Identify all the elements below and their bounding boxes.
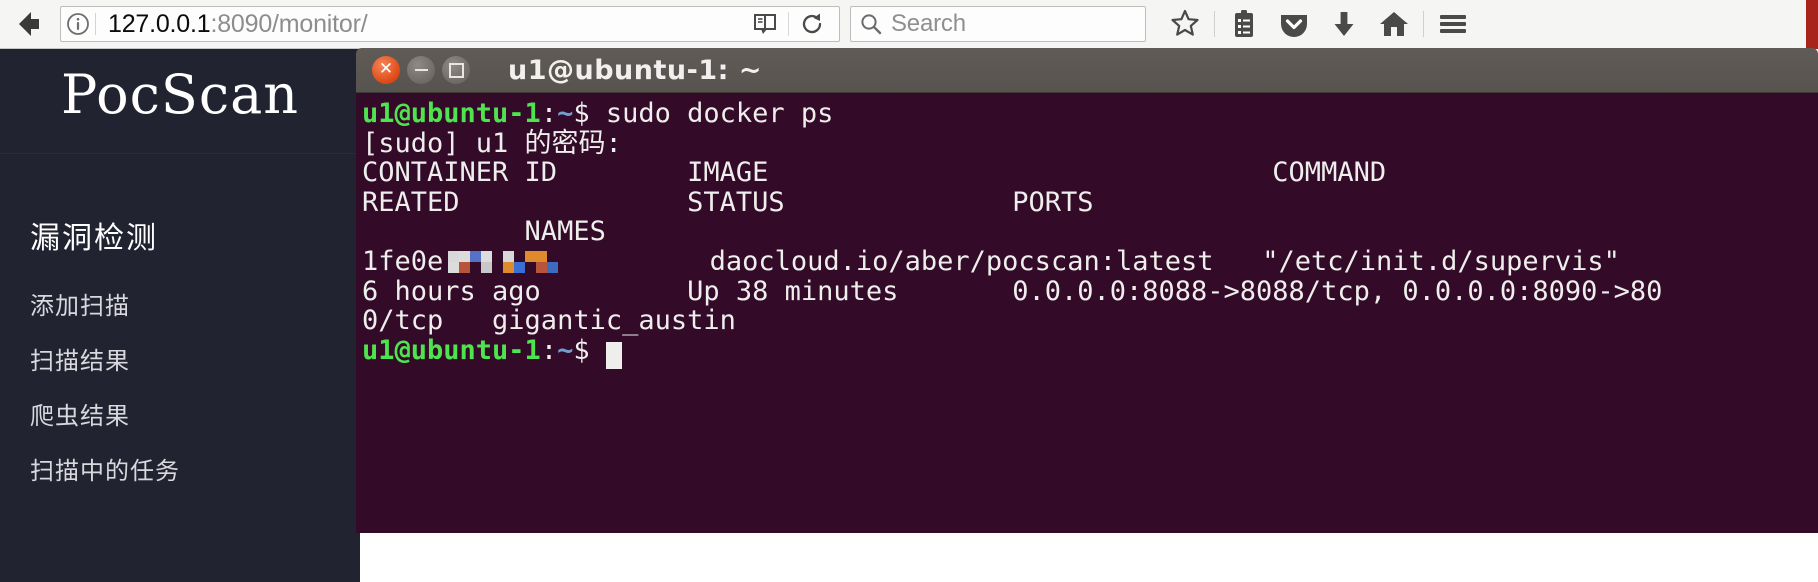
terminal-prompt-user: u1@ubuntu-1: [362, 98, 541, 129]
info-circle-icon[interactable]: [61, 7, 95, 41]
app-logo[interactable]: PocScan: [0, 63, 360, 126]
minimize-icon: [414, 69, 428, 71]
url-input[interactable]: 127.0.0.1:8090/monitor/: [96, 10, 742, 39]
terminal-text-line: REATED STATUS PORTS: [362, 186, 1094, 218]
search-icon: [851, 7, 891, 41]
terminal-title: u1@ubuntu-1: ~: [508, 54, 762, 86]
home-icon[interactable]: [1369, 2, 1419, 46]
terminal-prompt-colon: :: [540, 98, 558, 129]
terminal-prompt-sigil: $: [573, 334, 590, 366]
terminal-line: u1@ubuntu-1:~$: [362, 334, 1818, 369]
terminal-window[interactable]: ✕ u1@ubuntu-1: ~ u1@ubuntu-1:~$ sudo doc…: [356, 48, 1818, 533]
terminal-line: 1fe0e daocloud.io/aber/pocscan:latest "/…: [362, 247, 1818, 277]
container-row-text: daocloud.io/aber/pocscan:latest "/etc/in…: [563, 245, 1620, 277]
sidebar-item-crawl-results[interactable]: 爬虫结果: [30, 396, 130, 431]
search-input[interactable]: Search: [891, 10, 966, 38]
terminal-text-line: CONTAINER ID IMAGE COMMAND: [362, 157, 1387, 189]
close-icon: ✕: [378, 58, 394, 79]
menu-hamburger-icon[interactable]: [1428, 2, 1478, 46]
terminal-prompt-path: ~: [557, 334, 574, 366]
terminal-command: [590, 335, 606, 366]
reader-mode-icon[interactable]: [742, 7, 788, 41]
terminal-prompt-sigil: $: [573, 98, 590, 129]
toolbar-divider-2: [1423, 11, 1424, 37]
reload-icon[interactable]: [789, 7, 835, 41]
window-controls: ✕: [372, 56, 470, 84]
url-host: 127.0.0.1: [108, 9, 211, 38]
pocket-icon[interactable]: [1269, 2, 1319, 46]
terminal-prompt-user: u1@ubuntu-1: [362, 334, 541, 366]
terminal-prompt-colon: :: [540, 334, 558, 366]
url-bar[interactable]: 127.0.0.1:8090/monitor/: [60, 6, 840, 42]
censored-container-id: [443, 250, 563, 274]
terminal-titlebar[interactable]: ✕ u1@ubuntu-1: ~: [356, 48, 1818, 93]
library-icon[interactable]: [1219, 2, 1269, 46]
terminal-lines: u1@ubuntu-1:~$ sudo docker ps [sudo] u1 的…: [362, 99, 1818, 369]
url-path: :8090/monitor/: [210, 9, 368, 38]
app-sidebar: PocScan 漏洞检测 添加扫描 扫描结果 爬虫结果 扫描中的任务: [0, 49, 360, 582]
terminal-prompt-path: ~: [557, 98, 574, 129]
sidebar-divider: [0, 153, 360, 154]
url-actions: [742, 7, 839, 41]
maximize-button[interactable]: [442, 56, 470, 84]
sidebar-item-running-tasks[interactable]: 扫描中的任务: [30, 451, 180, 486]
browser-toolbar: 127.0.0.1:8090/monitor/ Search: [0, 0, 1818, 49]
toolbar-icon-group: [1160, 2, 1478, 46]
container-id-prefix: 1fe0e: [362, 245, 444, 277]
back-arrow-icon: [19, 12, 39, 36]
terminal-cursor: [605, 341, 622, 369]
minimize-button[interactable]: [407, 56, 435, 84]
close-button[interactable]: ✕: [372, 56, 400, 84]
search-bar[interactable]: Search: [850, 6, 1146, 42]
downloads-icon[interactable]: [1319, 2, 1369, 46]
maximize-icon: [448, 62, 464, 78]
bookmark-star-icon[interactable]: [1160, 2, 1210, 46]
terminal-text-line: 0/tcp gigantic_austin: [362, 305, 736, 337]
back-button[interactable]: [0, 0, 58, 49]
sidebar-item-scan-results[interactable]: 扫描结果: [30, 341, 130, 376]
sidebar-item-add-scan[interactable]: 添加扫描: [30, 286, 130, 321]
browser-window: 127.0.0.1:8090/monitor/ Search PocScan 漏…: [0, 0, 1818, 582]
sidebar-section-title: 漏洞检测: [30, 221, 158, 256]
terminal-text-line: 6 hours ago Up 38 minutes 0.0.0.0:8088->…: [362, 275, 1663, 307]
terminal-line: u1@ubuntu-1:~$ sudo docker ps: [362, 99, 1818, 129]
terminal-text-line: [sudo] u1 的密码:: [362, 127, 622, 159]
window-edge-accent: [1806, 0, 1818, 49]
terminal-command: sudo docker ps: [589, 98, 834, 129]
toolbar-divider: [1214, 11, 1215, 37]
terminal-output[interactable]: u1@ubuntu-1:~$ sudo docker ps [sudo] u1 的…: [356, 93, 1818, 533]
terminal-text-line: NAMES: [362, 216, 606, 248]
